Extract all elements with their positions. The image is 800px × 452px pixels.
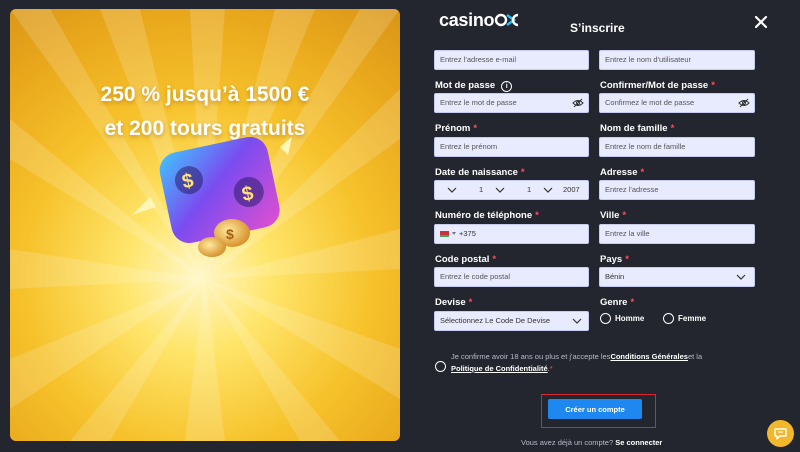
password-label: Mot de passe i [435,80,513,92]
last-name-field[interactable]: Entrez le nom de famille [599,137,755,157]
username-field[interactable]: Entrez le nom d'utilisateur [599,50,755,70]
country-select[interactable]: Bénin [599,267,755,287]
gender-label: Genre * [600,297,635,308]
login-link[interactable]: Se connecter [615,438,662,447]
gender-radio-femme[interactable] [663,313,674,324]
svg-text:$: $ [226,226,234,242]
chat-button[interactable] [767,420,794,447]
chevron-down-icon[interactable] [736,274,746,280]
last-name-label: Nom de famille * [600,123,675,134]
promo-headline-line1: 250 % jusqu’à 1500 € [100,83,310,106]
birth-date-selector[interactable]: 1 1 2007 [434,180,589,200]
chevron-down-icon[interactable] [452,232,456,235]
confirm-password-field[interactable]: Confirmez le mot de passe [599,93,755,113]
logo-mark-icon [495,13,519,27]
postal-code-label: Code postal * [435,254,497,265]
gender-option-femme[interactable]: Femme [678,314,706,323]
currency-label: Devise * [435,297,473,308]
confirm-password-label: Confirmer/Mot de passe * [600,80,715,91]
gender-radio-homme[interactable] [600,313,611,324]
city-field[interactable]: Entrez la ville [599,224,755,244]
city-label: Ville * [600,210,627,221]
currency-select[interactable]: Sélectionnez Le Code De Devise [434,311,589,331]
password-field[interactable]: Entrez le mot de passe [434,93,589,113]
address-label: Adresse * [600,167,645,178]
first-name-field[interactable]: Entrez le prénom [434,137,589,157]
chevron-down-icon[interactable] [495,187,505,193]
first-name-label: Prénom * [435,123,478,134]
chevron-down-icon[interactable] [447,187,457,193]
info-icon[interactable]: i [501,81,513,92]
create-account-button[interactable]: Créer un compte [548,399,642,419]
login-prompt: Vous avez déjà un compte? Se connecter [521,438,663,447]
terms-conditions-link[interactable]: Conditions Générales [610,352,688,361]
casino-logo[interactable]: casino [439,10,520,31]
privacy-policy-link[interactable]: Politique de Confidentialité [451,364,548,373]
gender-option-homme[interactable]: Homme [615,314,644,323]
email-field[interactable]: Entrez l'adresse e-mail [434,50,589,70]
address-field[interactable]: Entrez l'adresse [599,180,755,200]
phone-field[interactable]: +375 [434,224,589,244]
country-label: Pays * [600,254,629,265]
phone-label: Numéro de téléphone * [435,210,539,221]
chat-icon [774,428,787,440]
birth-date-label: Date de naissance * [435,167,525,178]
terms-checkbox[interactable] [435,361,446,372]
birth-day-value[interactable]: 1 [479,181,483,199]
close-icon[interactable] [751,12,771,32]
flag-icon[interactable] [440,231,449,237]
page-title: S’inscrire [570,21,625,35]
chevron-down-icon[interactable] [543,187,553,193]
chevron-down-icon[interactable] [572,318,582,324]
terms-text: Je confirme avoir 18 ans ou plus et j'ac… [451,352,703,373]
eye-off-icon[interactable] [572,97,584,109]
birth-year-value[interactable]: 2007 [563,181,580,199]
birth-month-value[interactable]: 1 [527,181,531,199]
dice-coins-illustration: $ $ $ [132,137,292,257]
eye-off-icon[interactable] [738,97,750,109]
postal-code-field[interactable]: Entrez le code postal [434,267,589,287]
promo-banner: 250 % jusqu’à 1500 € et 200 tours gratui… [10,9,400,441]
